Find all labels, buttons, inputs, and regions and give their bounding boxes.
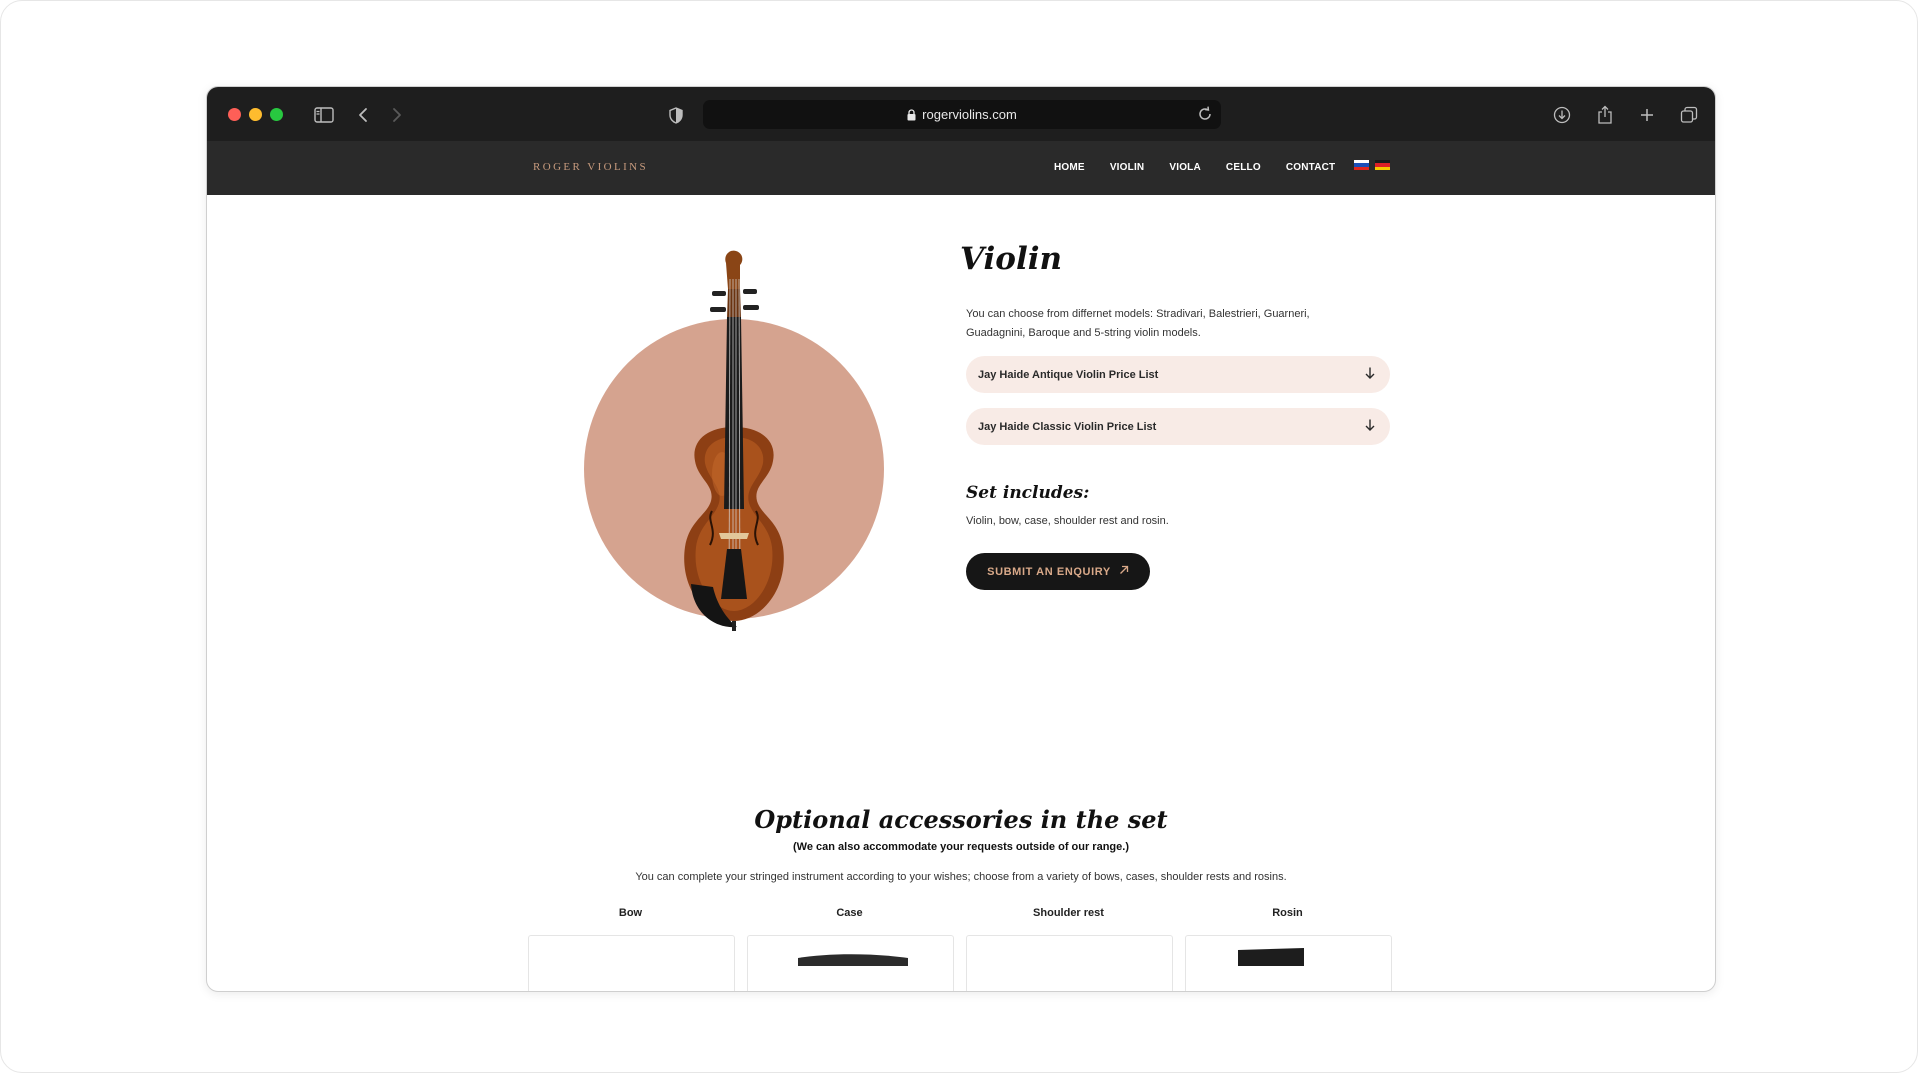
arrow-up-right-icon [1119, 565, 1129, 578]
share-icon[interactable] [1592, 102, 1618, 128]
accessory-label: Shoulder rest [1033, 907, 1104, 919]
accessory-shoulder-rest[interactable]: Shoulder rest [966, 907, 1173, 991]
set-includes-text: Violin, bow, case, shoulder rest and ros… [966, 515, 1169, 527]
antique-price-list-download[interactable]: Jay Haide Antique Violin Price List [966, 356, 1390, 393]
language-switcher [1354, 160, 1390, 170]
accessories-note: (We can also accommodate your requests o… [793, 841, 1129, 853]
accessory-label: Case [836, 907, 863, 919]
nav-violin[interactable]: VIOLIN [1110, 162, 1145, 173]
intro-text: You can choose from differnet models: St… [966, 308, 1310, 339]
nav-cello[interactable]: CELLO [1226, 162, 1261, 173]
page-content: Violin You can choose from differnet mod… [207, 195, 1715, 991]
submit-enquiry-button[interactable]: SUBMIT AN ENQUIRY [966, 553, 1150, 590]
page-title: Violin [960, 241, 1063, 277]
forward-icon[interactable] [384, 102, 410, 128]
german-flag-icon[interactable] [1375, 160, 1390, 170]
arrow-down-icon [1364, 366, 1376, 383]
accessory-card[interactable] [528, 935, 735, 991]
reload-icon[interactable] [1195, 104, 1215, 127]
download-icon[interactable] [1549, 102, 1575, 128]
new-tab-icon[interactable] [1634, 102, 1660, 128]
accessory-label: Bow [618, 907, 643, 919]
sidebar-icon[interactable] [311, 102, 337, 128]
minimize-window-button[interactable] [249, 108, 262, 121]
main-menu: HOME VIOLIN VIOLA CELLO CONTACT [1054, 162, 1360, 173]
close-window-button[interactable] [228, 108, 241, 121]
violin-image [584, 250, 884, 631]
slovak-flag-icon[interactable] [1354, 160, 1369, 170]
accessories-grid: Bow Case Shoulder rest Rosin [528, 907, 1393, 991]
antique-price-list-label: Jay Haide Antique Violin Price List [978, 368, 1159, 381]
set-includes-heading: Set includes: [966, 483, 1090, 503]
tabs-icon[interactable] [1676, 102, 1702, 128]
arrow-down-icon [1364, 418, 1376, 435]
lock-icon [907, 108, 916, 121]
classic-price-list-download[interactable]: Jay Haide Classic Violin Price List [966, 408, 1390, 445]
site-logo[interactable]: ROGER VIOLINS [533, 161, 648, 173]
address-bar[interactable]: rogerviolins.com [703, 100, 1221, 129]
rosin-image [1238, 948, 1304, 966]
accessory-label: Rosin [1272, 907, 1303, 919]
accessory-case[interactable]: Case [747, 907, 954, 991]
accessory-rosin[interactable]: Rosin [1185, 907, 1392, 991]
accessory-bow[interactable]: Bow [528, 907, 735, 991]
accessory-card[interactable] [966, 935, 1173, 991]
classic-price-list-label: Jay Haide Classic Violin Price List [978, 420, 1157, 433]
accessories-heading: Optional accessories in the set [754, 805, 1168, 834]
accessories-description: You can complete your stringed instrumen… [635, 871, 1287, 883]
site-header: ROGER VIOLINS HOME VIOLIN VIOLA CELLO CO… [207, 141, 1715, 195]
zoom-window-button[interactable] [270, 108, 283, 121]
accessory-card[interactable] [1185, 935, 1392, 991]
case-image [798, 954, 908, 966]
browser-toolbar: rogerviolins.com [207, 87, 1715, 141]
url-text: rogerviolins.com [922, 107, 1017, 122]
back-icon[interactable] [350, 102, 376, 128]
nav-viola[interactable]: VIOLA [1169, 162, 1201, 173]
submit-enquiry-label: SUBMIT AN ENQUIRY [987, 565, 1111, 578]
nav-contact[interactable]: CONTACT [1286, 162, 1336, 173]
accessory-card[interactable] [747, 935, 954, 991]
browser-window: rogerviolins.com ROGER VIOLINS HOME VIOL… [206, 86, 1716, 992]
nav-home[interactable]: HOME [1054, 162, 1085, 173]
shield-icon[interactable] [663, 102, 689, 128]
